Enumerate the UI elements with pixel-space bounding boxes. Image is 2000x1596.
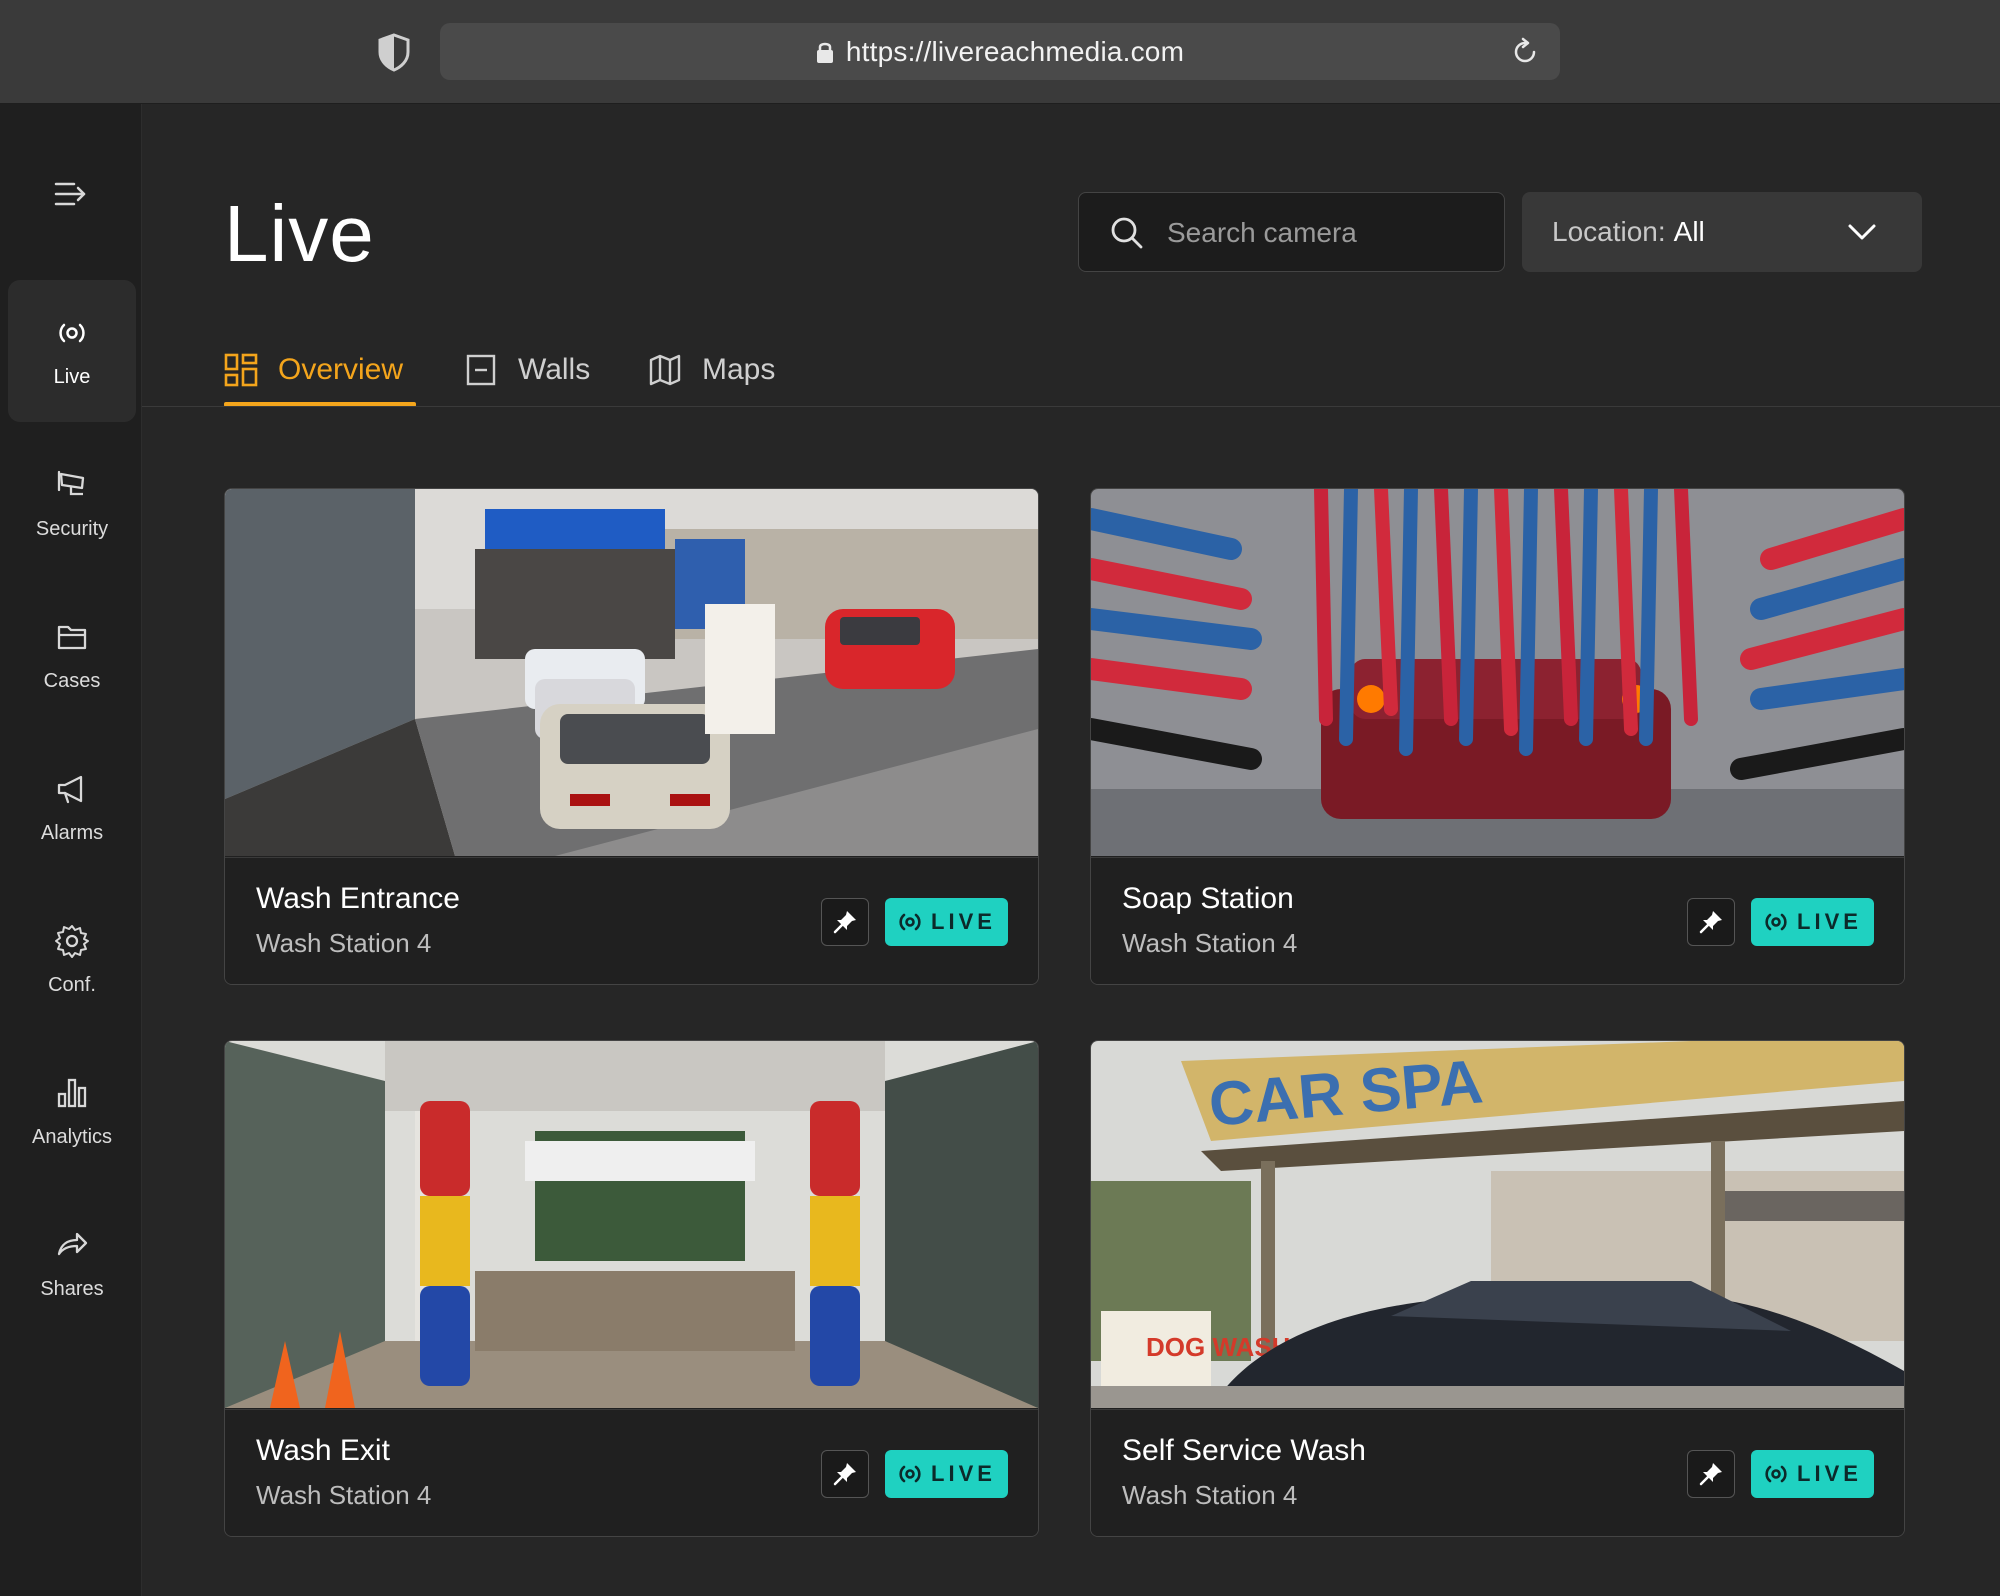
grid-icon: [224, 353, 258, 387]
pin-button[interactable]: [1687, 1450, 1735, 1498]
location-value: All: [1673, 216, 1705, 247]
sidebar-item-label: Analytics: [31, 1125, 113, 1148]
camera-card[interactable]: CAR SPA DOG WASH Self Service Wash Wash …: [1090, 1040, 1905, 1537]
location-label: Location:: [1552, 216, 1666, 247]
search-box[interactable]: [1078, 192, 1505, 272]
camera-card[interactable]: Wash Entrance Wash Station 4 LIVE: [224, 488, 1039, 985]
camera-location: Wash Station 4: [256, 1480, 432, 1510]
tab-label: Walls: [518, 353, 591, 386]
live-label: LIVE: [931, 909, 996, 934]
shield-icon[interactable]: [376, 32, 412, 72]
lock-icon: [816, 42, 833, 63]
sidebar-item-label: Cases: [43, 669, 101, 692]
camera-location: Wash Station 4: [1122, 1480, 1298, 1510]
pin-icon: [1699, 1463, 1722, 1486]
camera-info: Self Service Wash Wash Station 4 LIVE: [1091, 1409, 1904, 1536]
live-status-badge: LIVE: [885, 1450, 1008, 1498]
megaphone-icon: [57, 775, 83, 803]
live-label: LIVE: [1797, 1461, 1862, 1486]
camera-location: Wash Station 4: [256, 928, 432, 958]
camera-card[interactable]: Wash Exit Wash Station 4 LIVE: [224, 1040, 1039, 1537]
location-dropdown[interactable]: Location: All: [1522, 192, 1922, 272]
security-camera-icon: [57, 470, 85, 495]
tab-overview[interactable]: Overview: [224, 330, 403, 410]
camera-info: Wash Exit Wash Station 4 LIVE: [225, 1409, 1038, 1536]
sidebar-item-label: Alarms: [40, 821, 104, 844]
map-icon: [649, 354, 681, 386]
tab-label: Maps: [702, 353, 776, 386]
wall-panel-icon: [466, 354, 496, 386]
pin-button[interactable]: [821, 898, 869, 946]
tab-maps[interactable]: Maps: [648, 330, 775, 410]
camera-thumbnail[interactable]: [225, 489, 1038, 856]
pin-icon: [833, 1463, 856, 1486]
folder-icon: [57, 625, 87, 649]
pin-button[interactable]: [1687, 898, 1735, 946]
sidebar-item-label: Shares: [40, 1277, 104, 1300]
camera-name: Wash Exit: [256, 1434, 390, 1467]
share-arrow-icon: [57, 1232, 88, 1255]
live-broadcast-icon: [59, 323, 85, 342]
live-status-badge: LIVE: [885, 898, 1008, 946]
camera-name: Self Service Wash: [1122, 1434, 1366, 1467]
search-input[interactable]: [1167, 209, 1487, 257]
live-status-badge: LIVE: [1751, 898, 1874, 946]
sidebar-item-alarms[interactable]: Alarms: [8, 736, 136, 878]
sidebar-item-security[interactable]: Security: [8, 432, 136, 574]
live-label: LIVE: [1797, 909, 1862, 934]
sidebar: Live Security Cases Alarms Conf. Analyti…: [0, 104, 142, 1596]
browser-toolbar: https://livereachmedia.com: [0, 0, 2000, 104]
chevron-down-icon: [1848, 224, 1876, 240]
url-text: https://livereachmedia.com: [845, 35, 1185, 67]
pin-icon: [1699, 911, 1722, 934]
bar-chart-icon: [57, 1078, 87, 1107]
sidebar-item-conf[interactable]: Conf.: [8, 888, 136, 1030]
page-title: Live: [224, 189, 375, 278]
pin-button[interactable]: [821, 1450, 869, 1498]
live-broadcast-icon: [899, 1465, 921, 1483]
tab-walls[interactable]: Walls: [464, 330, 590, 410]
live-broadcast-icon: [899, 913, 921, 931]
camera-info: Wash Entrance Wash Station 4 LIVE: [225, 857, 1038, 984]
camera-name: Wash Entrance: [256, 882, 460, 915]
live-broadcast-icon: [1765, 913, 1787, 931]
camera-thumbnail[interactable]: [1091, 489, 1904, 856]
gear-icon: [55, 924, 89, 958]
sidebar-item-label: Conf.: [48, 973, 96, 996]
sidebar-item-label: Live: [53, 365, 91, 388]
search-icon: [1111, 217, 1143, 249]
collapse-menu-icon[interactable]: [50, 174, 90, 214]
sidebar-item-live[interactable]: Live: [8, 280, 136, 422]
sidebar-item-label: Security: [35, 517, 109, 540]
live-status-badge: LIVE: [1751, 1450, 1874, 1498]
tab-label: Overview: [278, 353, 404, 386]
sidebar-item-analytics[interactable]: Analytics: [8, 1040, 136, 1182]
camera-card[interactable]: Soap Station Wash Station 4 LIVE: [1090, 488, 1905, 985]
camera-thumbnail[interactable]: [225, 1041, 1038, 1408]
camera-info: Soap Station Wash Station 4 LIVE: [1091, 857, 1904, 984]
address-bar[interactable]: https://livereachmedia.com: [440, 23, 1560, 80]
live-broadcast-icon: [1765, 1465, 1787, 1483]
pin-icon: [833, 911, 856, 934]
sidebar-item-cases[interactable]: Cases: [8, 584, 136, 726]
tabs-divider: [142, 406, 2000, 407]
sidebar-item-shares[interactable]: Shares: [8, 1192, 136, 1334]
camera-thumbnail[interactable]: CAR SPA DOG WASH: [1091, 1041, 1904, 1408]
live-label: LIVE: [931, 1461, 996, 1486]
camera-location: Wash Station 4: [1122, 928, 1298, 958]
camera-name: Soap Station: [1122, 882, 1294, 915]
reload-icon[interactable]: [1510, 37, 1540, 67]
